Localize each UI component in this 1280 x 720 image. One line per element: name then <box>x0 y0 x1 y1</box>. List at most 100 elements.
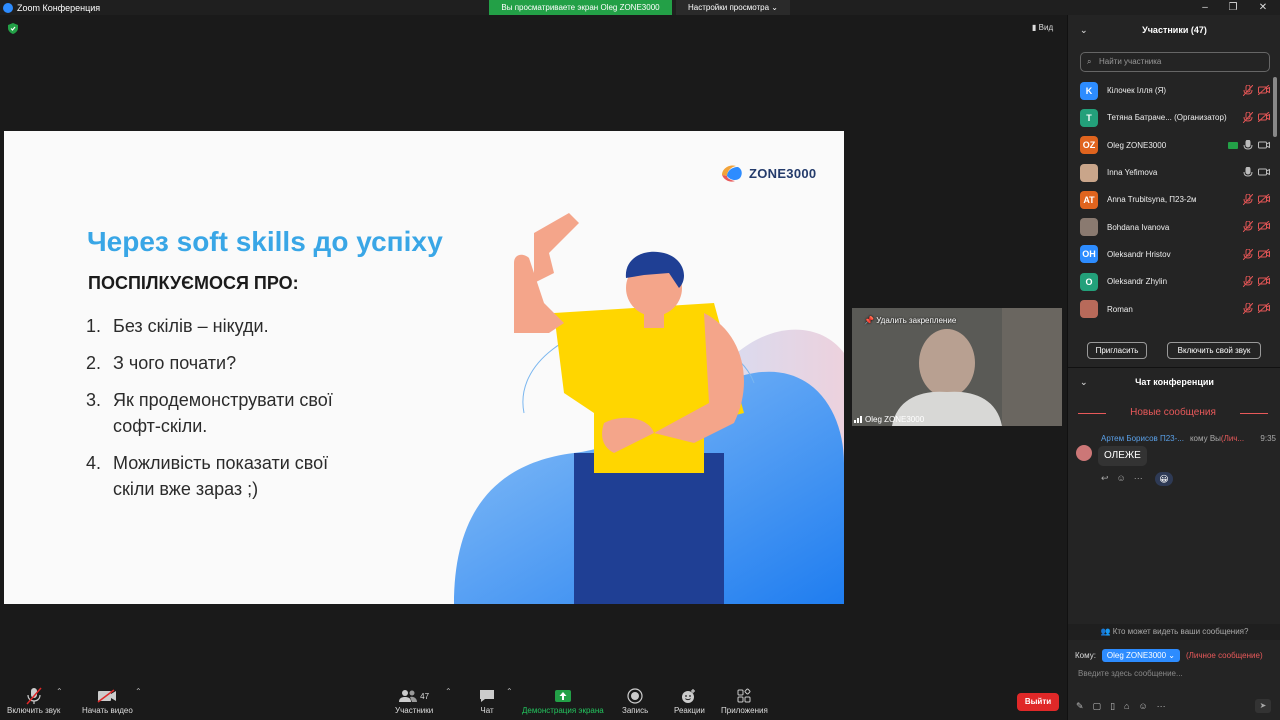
more-options-icon[interactable]: ··· <box>1157 701 1166 712</box>
recipient-row: Кому: Oleg ZONE3000 ⌄ (Личное сообщение) <box>1075 649 1263 662</box>
chat-message-input[interactable]: Введите здесь сообщение... <box>1078 669 1183 678</box>
unmute-button[interactable]: Включить звук <box>7 686 60 715</box>
avatar: AT <box>1080 190 1098 209</box>
recipient-select[interactable]: Oleg ZONE3000 ⌄ <box>1101 649 1180 662</box>
camera-off-icon <box>1258 221 1270 232</box>
list-item: 1. Без скілів – нікуди. <box>86 313 406 339</box>
collapse-chat-icon[interactable]: ⌄ <box>1080 370 1088 394</box>
avatar: OH <box>1080 245 1098 264</box>
list-item: 3. Як продемонструвати свої софт-скіли. <box>86 387 406 439</box>
message-bubble: ОЛЕЖЕ <box>1098 446 1147 466</box>
mic-off-icon <box>1243 85 1253 96</box>
list-item: 2. З чого почати? <box>86 350 406 376</box>
avatar: T <box>1080 108 1098 127</box>
invite-button[interactable]: Пригласить <box>1087 342 1147 359</box>
unpin-button[interactable]: 📌 Удалить закрепление <box>864 316 956 325</box>
zone-logo-text: ZONE3000 <box>749 165 817 181</box>
message-time: 9:35 <box>1260 434 1276 443</box>
view-settings-button[interactable]: Настройки просмотра ⌄ <box>676 0 790 15</box>
unmute-self-button[interactable]: Включить свой звук <box>1167 342 1261 359</box>
reactions-label: Реакции <box>674 706 705 715</box>
chat-button[interactable]: Чат <box>479 686 495 715</box>
participant-row[interactable]: AT Anna Trubitsyna, П23-2м <box>1080 186 1270 213</box>
emoji-reaction[interactable]: 😀 <box>1155 472 1173 486</box>
file-icon[interactable]: ▯ <box>1110 701 1115 712</box>
shield-icon[interactable] <box>8 23 18 34</box>
slide-subtitle: ПОСПІЛКУЄМОСЯ ПРО: <box>88 273 299 293</box>
signal-strength-icon <box>854 416 862 423</box>
send-button[interactable]: ➤ <box>1255 699 1271 713</box>
view-button[interactable]: ▮ Вид <box>1032 23 1053 32</box>
minimize-button[interactable]: – <box>1191 0 1219 15</box>
meeting-area: ▮ Вид ZONE3000 Через soft skills до успі… <box>0 15 1067 680</box>
participants-label: Участники <box>395 706 434 715</box>
format-icon[interactable]: ✎ <box>1076 701 1084 712</box>
who-can-see-link[interactable]: 👥 Кто может видеть ваши сообщения? <box>1068 624 1280 640</box>
chat-label: Чат <box>480 706 494 715</box>
record-button[interactable]: Запись <box>622 686 648 715</box>
video-options-caret-icon[interactable]: ⌃ <box>135 687 142 696</box>
collapse-participants-icon[interactable]: ⌄ <box>1080 15 1088 45</box>
share-screen-button[interactable]: Демонстрация экрана <box>522 686 604 715</box>
code-icon[interactable]: ⌂ <box>1124 701 1129 712</box>
layout-icon: ▮ <box>1032 23 1037 32</box>
participant-status-icons <box>1243 112 1270 124</box>
chat-options-caret-icon[interactable]: ⌃ <box>506 687 513 696</box>
participants-options-caret-icon[interactable]: ⌃ <box>445 687 452 696</box>
participant-row[interactable]: Bohdana Ivanova <box>1080 213 1270 240</box>
list-text: З чого почати? <box>113 353 237 373</box>
zone-logo-mark-icon <box>720 163 744 183</box>
reply-icon[interactable]: ↩ <box>1101 473 1109 484</box>
side-panel: ⌄ Участники (47) ⌕ Найти участника K Кіло… <box>1067 15 1280 720</box>
participant-row[interactable]: Inna Yefimova <box>1080 159 1270 186</box>
participant-row[interactable]: Roman <box>1080 295 1270 322</box>
participant-status-icons <box>1243 276 1270 288</box>
more-icon[interactable]: ··· <box>1134 473 1143 484</box>
reactions-icon <box>681 686 697 706</box>
avatar <box>1080 163 1098 182</box>
participant-row[interactable]: OH Oleksandr Hristov <box>1080 241 1270 268</box>
leave-button[interactable]: Выйти <box>1017 693 1059 711</box>
to-label: Кому: <box>1075 651 1096 660</box>
video-feed <box>852 308 1062 426</box>
chat-icon <box>479 686 495 706</box>
zoom-logo-icon <box>3 2 13 13</box>
message-sender[interactable]: Артем Борисов П23-... <box>1101 434 1184 443</box>
participant-search-input[interactable]: ⌕ Найти участника <box>1080 52 1270 72</box>
pinned-video-tile[interactable]: 📌 Удалить закрепление Oleg ZONE3000 <box>852 308 1062 426</box>
participant-row[interactable]: OZ Oleg ZONE3000 <box>1080 132 1270 159</box>
record-icon <box>627 686 643 706</box>
participant-status-icons <box>1243 85 1270 96</box>
audio-options-caret-icon[interactable]: ⌃ <box>56 687 63 696</box>
participants-button[interactable]: 47 Участники <box>395 686 433 715</box>
shared-screen: ZONE3000 Через soft skills до успіху ПОС… <box>4 131 844 604</box>
apps-icon <box>736 686 752 706</box>
camera-icon <box>1258 141 1270 149</box>
participant-row[interactable]: K Кілочек Ілля (Я) <box>1080 77 1270 104</box>
camera-off-icon <box>1258 194 1270 205</box>
add-reaction-icon[interactable]: ☺ <box>1117 473 1126 484</box>
reactions-button[interactable]: Реакции <box>674 686 705 715</box>
share-screen-label: Демонстрация экрана <box>522 706 604 715</box>
maximize-button[interactable]: ❐ <box>1219 0 1247 15</box>
participants-scrollbar[interactable] <box>1273 77 1277 137</box>
message-header: Артем Борисов П23-... кому Вы (Лич... 9:… <box>1101 434 1276 443</box>
start-video-button[interactable]: Начать видео <box>82 686 133 715</box>
participant-row[interactable]: T Тетяна Батраче... (Организатор) <box>1080 104 1270 131</box>
mic-off-icon <box>1243 221 1253 233</box>
close-button[interactable]: ✕ <box>1249 0 1277 15</box>
chevron-down-icon: ⌄ <box>771 3 778 12</box>
apps-button[interactable]: Приложения <box>721 686 768 715</box>
avatar <box>1080 218 1098 237</box>
participants-title: Участники (47) <box>1142 25 1207 35</box>
window-title: Zoom Конференция <box>17 2 101 13</box>
emoji-icon[interactable]: ☺ <box>1138 701 1147 712</box>
private-message-label: (Личное сообщение) <box>1186 651 1263 660</box>
participant-status-icons <box>1243 221 1270 233</box>
screenshot-icon[interactable]: ▢ <box>1093 701 1102 712</box>
message-actions: ↩ ☺ ··· <box>1101 473 1143 484</box>
camera-off-icon <box>1258 303 1270 314</box>
participant-name: Bohdana Ivanova <box>1107 222 1170 232</box>
participant-name: Кілочек Ілля (Я) <box>1107 86 1167 96</box>
participant-row[interactable]: O Oleksandr Zhylin <box>1080 268 1270 295</box>
